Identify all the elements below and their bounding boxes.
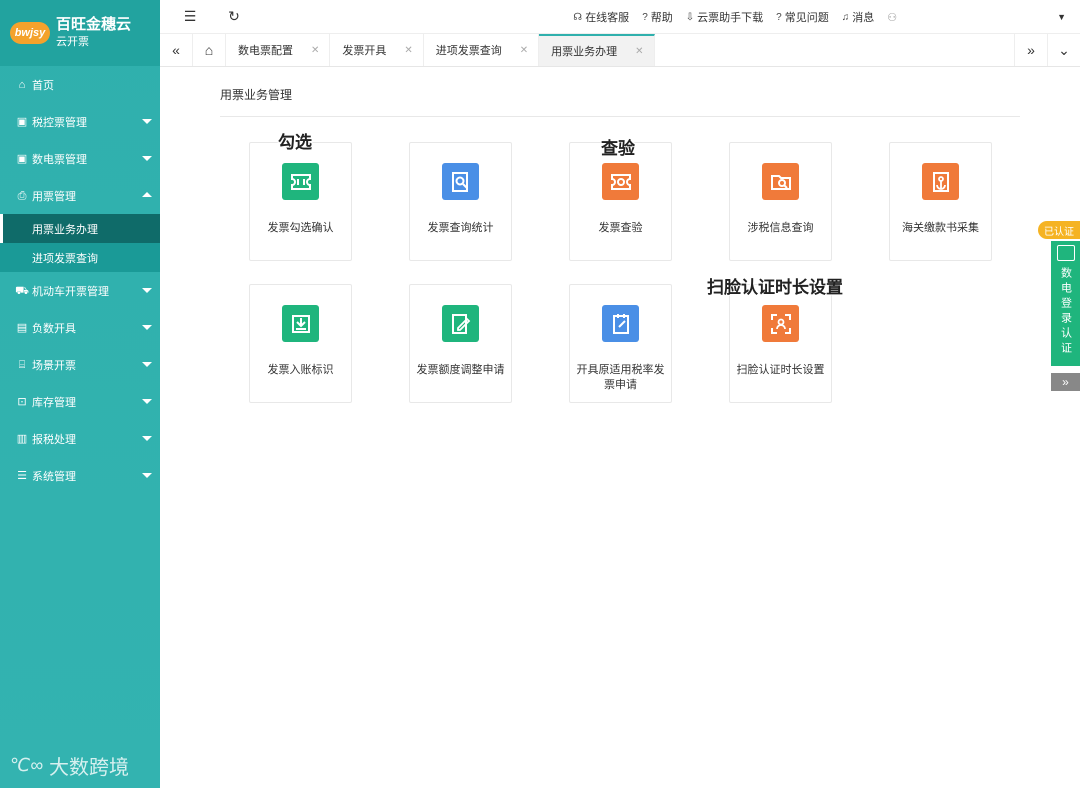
online-service-link[interactable]: ☊ 在线客服 — [573, 9, 629, 25]
card-face-auth-duration[interactable]: 扫脸认证时长设置 — [729, 284, 832, 403]
card-invoice-verify[interactable]: 发票查验 — [569, 142, 672, 261]
chevron-down-icon — [142, 436, 152, 441]
expand-panel-icon[interactable]: » — [1051, 373, 1080, 391]
card-invoice-accounting-mark[interactable]: 发票入账标识 — [249, 284, 352, 403]
tab-usage-business[interactable]: 用票业务办理 ✕ — [539, 34, 655, 66]
logo-sub: 云开票 — [56, 36, 89, 48]
chevron-down-icon — [142, 288, 152, 293]
chevron-up-icon — [142, 192, 152, 197]
tabbar: « ⌂ 数电票配置 ✕ 发票开具 ✕ 进项发票查询 ✕ 用票业务办理 ✕ » ⌄ — [160, 34, 1080, 67]
card-original-tax-rate-apply[interactable]: 开具原适用税率发票申请 — [569, 284, 672, 403]
sidebar-item-tax-control[interactable]: ▣ 税控票管理 — [0, 103, 160, 140]
tab-invoice-issue[interactable]: 发票开具 ✕ — [330, 34, 424, 66]
card-invoice-select-confirm[interactable]: 发票勾选确认 — [249, 142, 352, 261]
car-icon: ⛟ — [15, 284, 29, 297]
card-customs-payment-collect[interactable]: 海关缴款书采集 — [889, 142, 992, 261]
question-icon: ? — [776, 11, 782, 23]
headset-icon: ☊ — [573, 11, 583, 23]
image-icon: ▣ — [16, 115, 28, 128]
tab-input-invoice-query[interactable]: 进项发票查询 ✕ — [424, 34, 540, 66]
sidebar-subitem-usage-business[interactable]: 用票业务办理 — [0, 214, 160, 243]
card-invoice-query-stats[interactable]: 发票查询统计 — [409, 142, 512, 261]
topbar: ☰ ↻ ☊ 在线客服 ? 帮助 ⇩ 云票助手下载 ? 常见问题 ♫ 消息 ⚇ ▼ — [160, 0, 1080, 34]
overlay-label-face-auth: 扫脸认证时长设置 — [707, 278, 843, 297]
anchor-doc-icon — [922, 163, 959, 200]
sliders-icon: ☰ — [17, 469, 27, 482]
sidebar-item-scene[interactable]: ⌸ 场景开票 — [0, 346, 160, 383]
card-tax-info-query[interactable]: 涉税信息查询 — [729, 142, 832, 261]
download-assistant-link[interactable]: ⇩ 云票助手下载 — [686, 9, 763, 25]
main-content: 用票业务管理 发票勾选确认 发票查询统计 发票查验 涉税信息查询 海关缴款书采集 — [160, 67, 1080, 788]
chart-icon: ▥ — [16, 432, 28, 445]
ticket-verify-icon — [602, 163, 639, 200]
folder-search-icon — [762, 163, 799, 200]
chevron-down-icon — [142, 156, 152, 161]
tabs-scroll-left-icon[interactable]: « — [160, 34, 193, 66]
chevron-down-icon — [142, 399, 152, 404]
sidebar-menu: ⌂ 首页 ▣ 税控票管理 ▣ 数电票管理 ⎙ 用票管理 用票业务办理 进项发票查… — [0, 66, 160, 494]
chevron-down-icon — [142, 119, 152, 124]
download-icon: ⇩ — [685, 11, 695, 23]
faq-link[interactable]: ? 常见问题 — [776, 9, 829, 25]
home-tab-icon[interactable]: ⌂ — [193, 34, 226, 66]
logo: bwjsy 百旺金穗云 云开票 — [0, 0, 160, 66]
messages-link[interactable]: ♫ 消息 — [842, 9, 875, 25]
sidebar-item-stock[interactable]: ⊡ 库存管理 — [0, 383, 160, 420]
sidebar-item-negative[interactable]: ▤ 负数开具 — [0, 309, 160, 346]
watermark-logo-icon: ℃∞ — [10, 755, 44, 775]
close-icon[interactable]: ✕ — [404, 45, 412, 56]
sidebar-item-system[interactable]: ☰ 系统管理 — [0, 457, 160, 494]
overlay-label-verify: 查验 — [601, 139, 635, 158]
close-icon[interactable]: ✕ — [520, 45, 528, 56]
watermark: ℃∞ 大数跨境 — [10, 755, 130, 779]
logo-badge: bwjsy — [10, 22, 50, 44]
box-icon: ⊡ — [17, 395, 27, 408]
sidebar-item-invoice-usage[interactable]: ⎙ 用票管理 — [0, 177, 160, 214]
user-dropdown-icon[interactable]: ▼ — [1057, 12, 1066, 22]
help-link[interactable]: ? 帮助 — [642, 9, 673, 25]
sidebar-item-home[interactable]: ⌂ 首页 — [0, 66, 160, 103]
tabs-menu-chevron-down-icon[interactable]: ⌄ — [1047, 34, 1080, 66]
doc-edit-icon — [442, 305, 479, 342]
document-icon: ▤ — [16, 321, 28, 334]
chevron-down-icon — [142, 473, 152, 478]
sidebar-item-digital-invoice[interactable]: ▣ 数电票管理 — [0, 140, 160, 177]
home-icon: ⌂ — [18, 78, 26, 91]
notepad-icon — [602, 305, 639, 342]
page-title: 用票业务管理 — [220, 88, 293, 102]
logo-name: 百旺金穗云 — [56, 16, 132, 33]
store-icon: ⌸ — [18, 358, 26, 371]
menu-fold-icon[interactable]: ☰ — [182, 8, 198, 25]
tabs-scroll-right-icon[interactable]: » — [1014, 34, 1047, 66]
user-icon[interactable]: ⚇ — [887, 11, 897, 24]
overlay-label-select: 勾选 — [278, 133, 312, 152]
printer-icon: ⎙ — [17, 189, 27, 202]
card-invoice-quota-adjust[interactable]: 发票额度调整申请 — [409, 284, 512, 403]
chevron-down-icon — [142, 325, 152, 330]
inbox-down-icon — [282, 305, 319, 342]
help-icon: ? — [642, 11, 648, 23]
refresh-icon[interactable]: ↻ — [226, 8, 242, 25]
divider — [220, 116, 1020, 117]
close-icon[interactable]: ✕ — [635, 46, 643, 57]
sidebar-item-vehicle[interactable]: ⛟ 机动车开票管理 — [0, 272, 160, 309]
face-scan-icon — [762, 305, 799, 342]
login-cert-panel[interactable]: 数电登录认证 — [1051, 241, 1080, 366]
close-icon[interactable]: ✕ — [311, 45, 319, 56]
ticket-check-icon — [282, 163, 319, 200]
chevron-down-icon — [142, 362, 152, 367]
doc-search-icon — [442, 163, 479, 200]
id-card-icon — [1056, 245, 1075, 261]
tab-digital-invoice-config[interactable]: 数电票配置 ✕ — [226, 34, 331, 66]
bell-icon: ♫ — [841, 11, 850, 23]
sidebar-subitem-input-invoice[interactable]: 进项发票查询 — [0, 243, 160, 272]
sidebar: bwjsy 百旺金穗云 云开票 ⌂ 首页 ▣ 税控票管理 ▣ 数电票管理 ⎙ 用… — [0, 0, 160, 788]
sidebar-item-tax-report[interactable]: ▥ 报税处理 — [0, 420, 160, 457]
certified-badge: 已认证 — [1038, 221, 1080, 239]
image-icon: ▣ — [16, 152, 28, 165]
